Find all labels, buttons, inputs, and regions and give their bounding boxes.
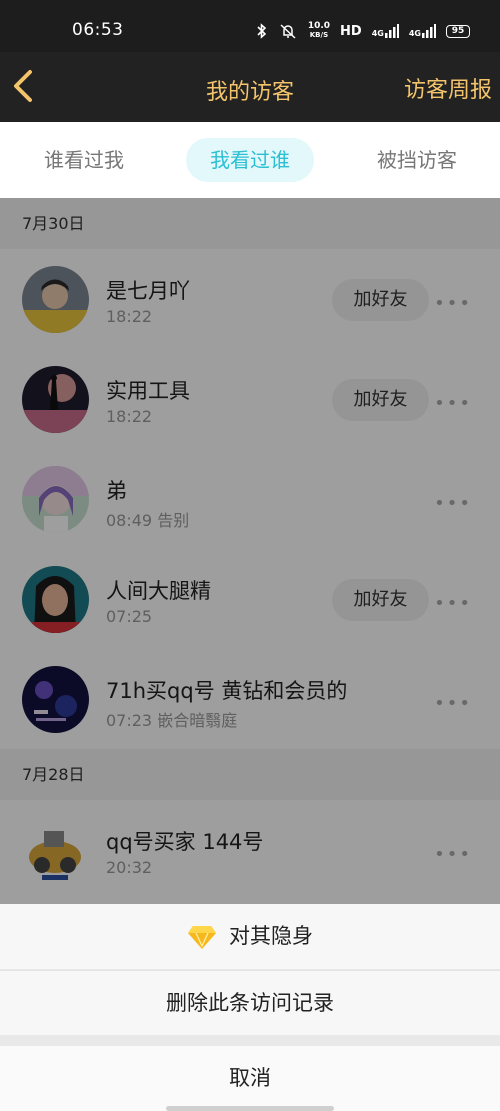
status-icons: 10.0 KB/S HD 4G 4G 95 [256, 20, 470, 42]
avatar[interactable] [22, 817, 89, 884]
visit-time: 07:23 嵌合暗翳庭 [106, 711, 238, 730]
visitor-name: 弟 [106, 479, 127, 503]
add-friend-button[interactable]: 加好友 [332, 379, 429, 421]
visit-time: 07:25 [106, 607, 153, 626]
mute-bell-icon [280, 24, 296, 39]
list-item[interactable]: 人间大腿精 07:25 加好友 ••• [0, 549, 500, 649]
hd-indicator: HD [340, 23, 362, 39]
avatar[interactable] [22, 666, 89, 733]
list-item[interactable]: qq号买家 144号 20:32 ••• [0, 800, 500, 900]
visit-time: 18:22 [106, 307, 153, 326]
action-sheet: 对其隐身 删除此条访问记录 取消 [0, 904, 500, 1111]
date-header: 7月28日 [0, 749, 500, 800]
add-friend-button[interactable]: 加好友 [332, 279, 429, 321]
hide-from-visitor-label: 对其隐身 [229, 924, 313, 948]
delete-visit-record-option[interactable]: 删除此条访问记录 [0, 970, 500, 1035]
more-options-icon[interactable]: ••• [434, 693, 472, 714]
more-options-icon[interactable]: ••• [434, 493, 472, 514]
weekly-report-link[interactable]: 访客周报 [404, 72, 492, 104]
avatar[interactable] [22, 466, 89, 533]
status-time: 06:53 [72, 20, 124, 40]
status-bar: 06:53 10.0 KB/S HD 4G 4G 95 [0, 0, 500, 52]
date-header: 7月30日 [0, 198, 500, 249]
list-item[interactable]: 是七月吖 18:22 加好友 ••• [0, 249, 500, 349]
visit-time: 08:49 告别 [106, 511, 190, 530]
list-item[interactable]: 71h买qq号 黄钻和会员的 07:23 嵌合暗翳庭 ••• [0, 649, 500, 749]
tabs-dim-overlay [0, 122, 500, 198]
visit-time: 18:22 [106, 407, 153, 426]
visitor-name: qq号买家 144号 [106, 830, 264, 854]
hide-from-visitor-option[interactable]: 对其隐身 [0, 904, 500, 969]
signal-4g-icon-1: 4G [372, 24, 399, 38]
visitor-name: 实用工具 [106, 379, 190, 403]
avatar[interactable] [22, 566, 89, 633]
more-options-icon[interactable]: ••• [434, 593, 472, 614]
list-item[interactable]: 弟 08:49 告别 ••• [0, 449, 500, 549]
visitor-name: 人间大腿精 [106, 579, 211, 603]
visitor-name: 71h买qq号 黄钻和会员的 [106, 679, 348, 703]
visit-time: 20:32 [106, 858, 153, 877]
avatar[interactable] [22, 266, 89, 333]
list-item[interactable]: 实用工具 18:22 加好友 ••• [0, 349, 500, 449]
avatar[interactable] [22, 366, 89, 433]
more-options-icon[interactable]: ••• [434, 844, 472, 865]
signal-4g-icon-2: 4G [409, 24, 436, 38]
cancel-button[interactable]: 取消 [0, 1046, 500, 1111]
top-nav-bar: 我的访客 访客周报 [0, 52, 500, 122]
network-speed: 10.0 KB/S [307, 21, 331, 40]
more-options-icon[interactable]: ••• [434, 293, 472, 314]
more-options-icon[interactable]: ••• [434, 393, 472, 414]
diamond-icon [188, 926, 216, 949]
visitor-name: 是七月吖 [106, 279, 190, 303]
battery-icon: 95 [446, 24, 470, 38]
bluetooth-icon [257, 23, 267, 39]
home-indicator[interactable] [166, 1106, 334, 1111]
visit-list: 7月30日 是七月吖 18:22 加好友 ••• 实用工具 18:22 加好友 … [0, 198, 500, 904]
add-friend-button[interactable]: 加好友 [332, 579, 429, 621]
